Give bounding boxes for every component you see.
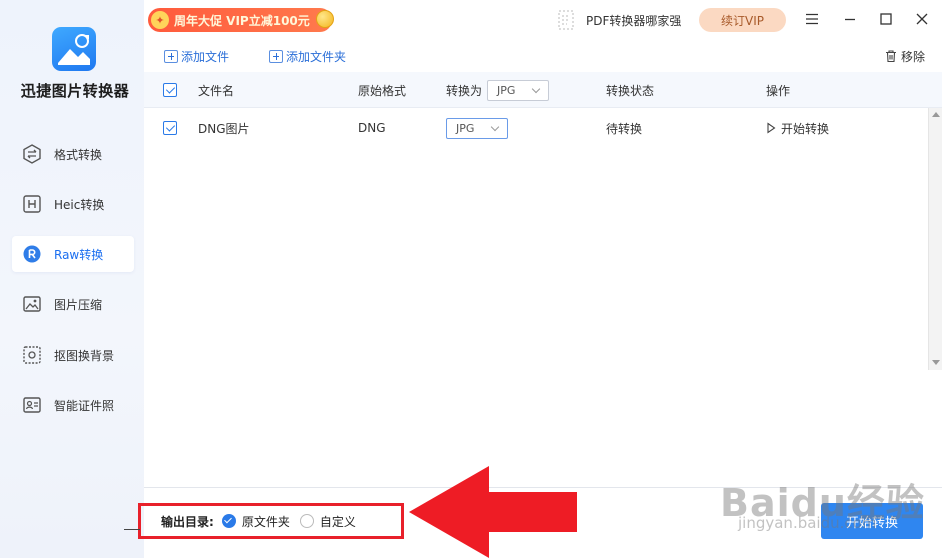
watermark-sub: jingyan.baidu.com: [738, 514, 877, 532]
table-row: DNG图片 DNG JPG 待转换 开始转换: [144, 110, 920, 146]
row-checkbox[interactable]: [163, 110, 177, 146]
cutout-icon: [22, 345, 42, 365]
promo-text: 周年大促 VIP立减100元: [174, 13, 310, 28]
sidebar-item-raw[interactable]: Raw转换: [12, 236, 134, 272]
add-folder-button[interactable]: 添加文件夹: [269, 46, 346, 66]
chevron-down-icon: [531, 84, 541, 93]
coin-icon: [316, 10, 334, 28]
header-action: 操作: [766, 83, 791, 98]
heic-icon: [22, 194, 42, 214]
sidebar-item-image-compress[interactable]: 图片压缩: [12, 286, 134, 322]
play-icon: [767, 122, 776, 134]
renew-vip-button[interactable]: 续订VIP: [699, 8, 786, 32]
output-label: 输出目录:: [161, 514, 214, 529]
pdf-document-icon: [558, 10, 574, 30]
sidebar-item-label: 图片压缩: [54, 297, 103, 312]
id-photo-icon: [22, 395, 42, 415]
close-icon[interactable]: [914, 10, 930, 28]
add-file-button[interactable]: 添加文件: [164, 46, 229, 66]
radio-custom-label[interactable]: 自定义: [320, 513, 356, 530]
trash-icon: [886, 50, 896, 63]
header-original-format: 原始格式: [358, 83, 407, 98]
promo-banner[interactable]: ✦ 周年大促 VIP立减100元: [148, 8, 332, 32]
app-window: 迅捷图片转换器 格式转换 Heic转换 Raw转换 图片压缩 抠图换背景 智能证…: [0, 0, 942, 558]
pdf-converter-link[interactable]: PDF转换器哪家强: [556, 8, 681, 32]
chevron-down-icon: [490, 122, 500, 131]
menu-icon[interactable]: [804, 10, 820, 28]
add-file-icon: [164, 49, 178, 63]
row-start-label: 开始转换: [781, 121, 830, 136]
sidebar-item-label: 抠图换背景: [54, 348, 115, 363]
remove-button[interactable]: 移除: [884, 46, 925, 66]
header-filename: 文件名: [198, 83, 235, 98]
row-format-select[interactable]: JPG: [446, 110, 508, 146]
header-convert-to: 转换为: [446, 83, 483, 98]
add-file-label: 添加文件: [181, 49, 230, 64]
fire-icon: ✦: [151, 11, 169, 29]
sidebar-item-label: Raw转换: [54, 247, 104, 262]
radio-custom[interactable]: [299, 514, 314, 528]
table-header: 文件名 原始格式 转换为 JPG 转换状态 操作: [144, 72, 942, 108]
app-name: 迅捷图片转换器: [20, 82, 130, 100]
row-status: 待转换: [606, 121, 643, 136]
sidebar-item-cutout[interactable]: 抠图换背景: [12, 337, 134, 373]
add-folder-icon: [269, 49, 283, 63]
maximize-icon[interactable]: [878, 10, 894, 28]
sidebar-item-format-convert[interactable]: 格式转换: [12, 136, 134, 172]
pdf-link-text: PDF转换器哪家强: [586, 13, 682, 28]
sidebar-item-label: Heic转换: [54, 197, 105, 212]
sidebar-item-heic[interactable]: Heic转换: [12, 186, 134, 222]
sidebar-item-label: 智能证件照: [54, 398, 115, 413]
scroll-down-icon[interactable]: [932, 360, 940, 365]
header-format-select[interactable]: JPG: [487, 72, 549, 108]
row-start-button[interactable]: 开始转换: [766, 110, 829, 146]
app-logo-icon: [52, 27, 96, 71]
header-status: 转换状态: [606, 83, 655, 98]
raw-icon: [22, 244, 42, 264]
header-format-value: JPG: [497, 83, 516, 97]
red-arrow-annotation: [409, 466, 577, 558]
remove-label: 移除: [901, 49, 926, 64]
radio-original-folder[interactable]: [221, 514, 236, 528]
vertical-scrollbar[interactable]: [928, 108, 942, 370]
row-original-format: DNG: [358, 121, 386, 135]
sidebar-item-id-photo[interactable]: 智能证件照: [12, 387, 134, 423]
scroll-up-icon[interactable]: [932, 112, 940, 117]
radio-original-label[interactable]: 原文件夹: [242, 513, 290, 530]
add-folder-label: 添加文件夹: [286, 49, 347, 64]
row-filename: DNG图片: [198, 121, 250, 136]
select-all-checkbox[interactable]: [163, 72, 177, 108]
sidebar: 迅捷图片转换器 格式转换 Heic转换 Raw转换 图片压缩 抠图换背景 智能证…: [0, 0, 144, 558]
row-format-value: JPG: [456, 121, 475, 135]
watermark: Baidu经验 jingyan.baidu.com: [720, 452, 930, 542]
annotation-line: [124, 529, 140, 530]
format-convert-icon: [22, 144, 42, 164]
image-compress-icon: [22, 294, 42, 314]
sidebar-item-label: 格式转换: [54, 147, 103, 162]
output-directory-group: 输出目录: 原文件夹 自定义: [138, 503, 404, 539]
minimize-icon[interactable]: [842, 10, 858, 28]
